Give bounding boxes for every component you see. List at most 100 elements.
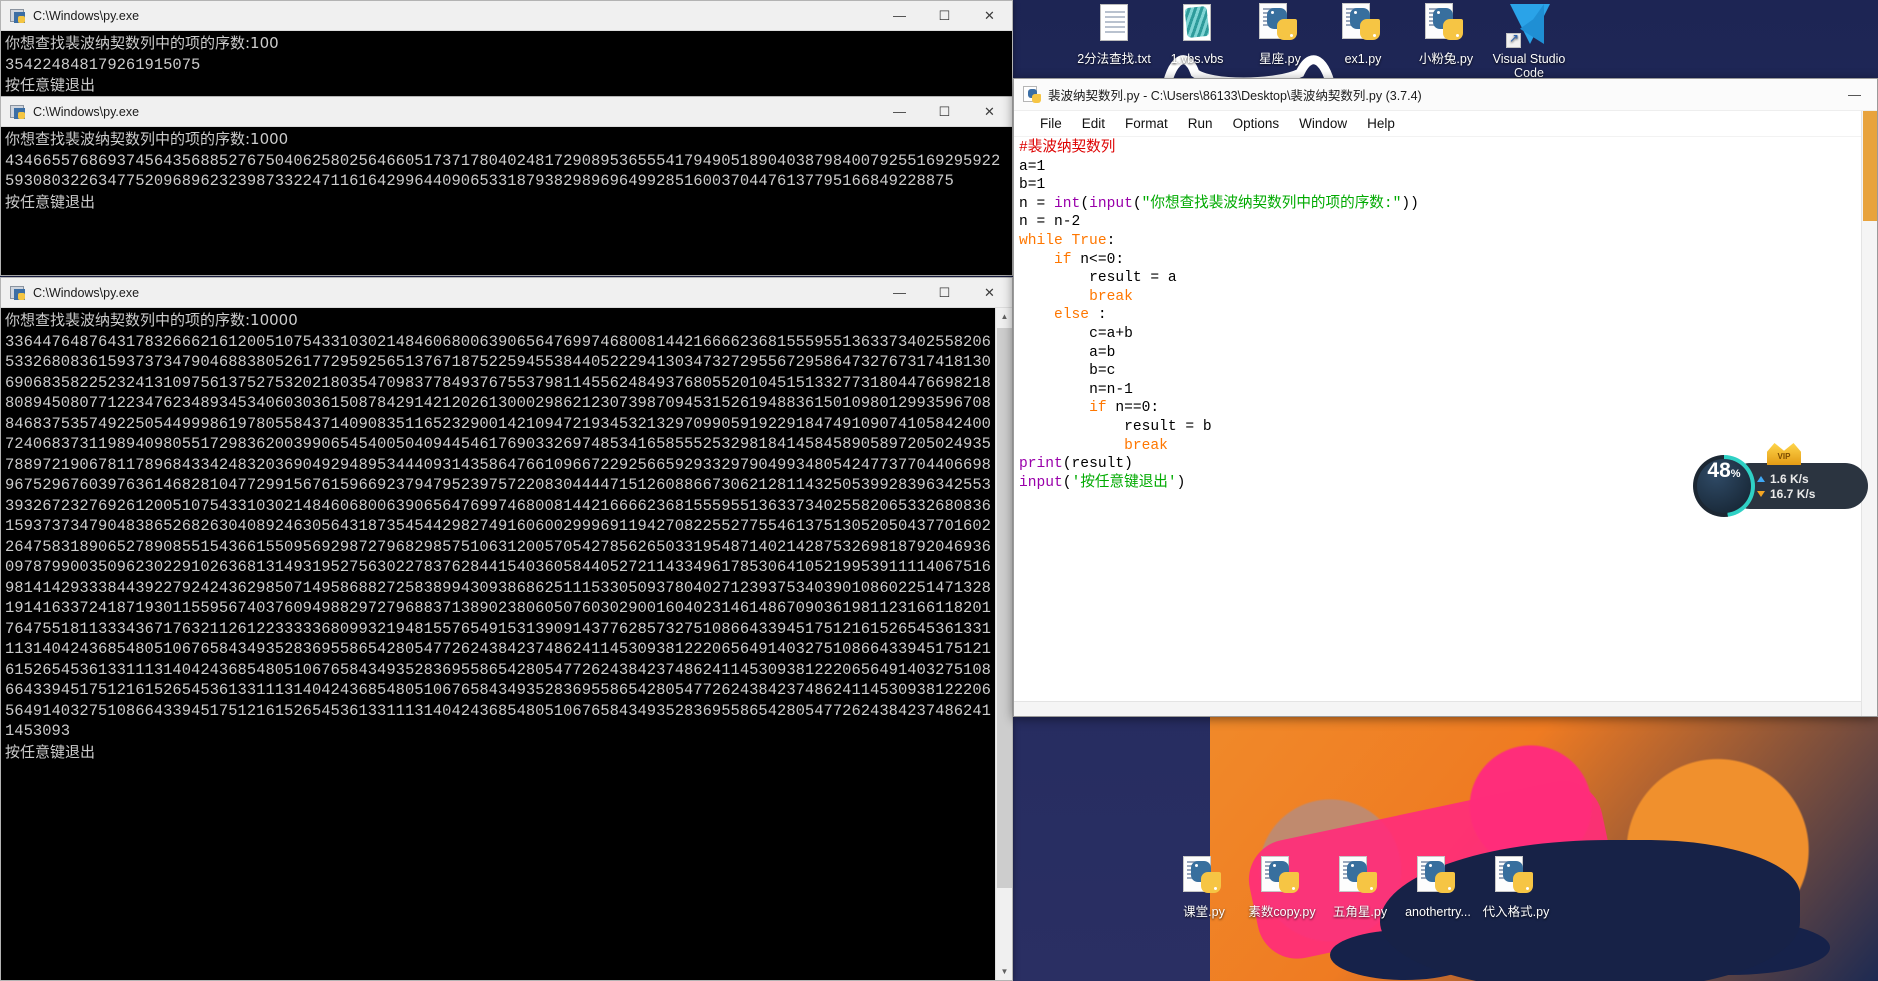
python-file-icon (1493, 855, 1539, 901)
console-prompt: 你想查找裴波纳契数列中的项的序数:10000 (5, 311, 298, 329)
upload-row: 1.6 K/s (1757, 472, 1868, 486)
console-window-2[interactable]: C:\Windows\py.exe — ☐ ✕ 你想查找裴波纳契数列中的项的序数… (0, 96, 1013, 276)
visual-studio-code-icon (1506, 2, 1552, 48)
network-speed-widget[interactable]: 1.6 K/s 16.7 K/s VIP 48 % (1693, 443, 1868, 517)
console-exit-text: 按任意键退出 (5, 76, 96, 94)
maximize-button[interactable]: ☐ (922, 97, 967, 127)
desktop-icon-4[interactable]: ex1.py (1317, 2, 1409, 66)
minimize-button[interactable]: — (877, 278, 922, 308)
code-line-12: a=b (1089, 344, 1116, 361)
download-row: 16.7 K/s (1757, 487, 1868, 501)
menu-item-format[interactable]: Format (1115, 114, 1178, 133)
minimize-button[interactable]: — (877, 97, 922, 127)
console-title: C:\Windows\py.exe (33, 8, 140, 23)
code-line-7: if n<=0: (1054, 251, 1125, 268)
download-arrow-icon (1757, 490, 1765, 497)
python-file-icon (1337, 855, 1383, 901)
console-titlebar[interactable]: C:\Windows\py.exe — ☐ ✕ (1, 1, 1012, 31)
desktop-icon-6[interactable]: Visual Studio Code (1483, 2, 1575, 80)
code-line-13: b=c (1089, 363, 1116, 380)
console-titlebar[interactable]: C:\Windows\py.exe — ☐ ✕ (1, 97, 1012, 127)
upload-speed: 1.6 K/s (1770, 471, 1809, 486)
python-file-icon (1181, 855, 1227, 901)
memory-usage-gauge[interactable]: 48 % (1693, 455, 1755, 517)
code-line-4: n = int(input("你想查找裴波纳契数列中的项的序数:")) (1019, 195, 1419, 212)
idle-app-icon (1023, 85, 1041, 104)
wallpaper-artwork (1210, 690, 1878, 981)
console-exit-text: 按任意键退出 (5, 742, 96, 761)
console-window-1[interactable]: C:\Windows\py.exe — ☐ ✕ 你想查找裴波纳契数列中的项的序数… (0, 0, 1013, 102)
console-result: 3364476487643178326662161200510754331030… (5, 332, 991, 741)
screen: 2分法查找.txt 1.vbs.vbs 星座.py ex1.py 小粉兔.py Visua… (0, 0, 1878, 981)
desktop-icon-3[interactable]: 星座.py (1234, 2, 1326, 66)
console-output-3: 你想查找裴波纳契数列中的项的序数:10000 33644764876431783… (1, 308, 997, 980)
code-line-10: else : (1054, 307, 1107, 324)
console-app-icon (10, 8, 26, 24)
code-line-8: result = a (1089, 270, 1177, 287)
usage-percent: 48 (1707, 459, 1731, 482)
console-exit-text: 按任意键退出 (5, 192, 96, 211)
console-title: C:\Windows\py.exe (33, 285, 140, 300)
idle-horizontal-scrollbar[interactable] (1014, 701, 1861, 716)
idle-scrollbar-thumb[interactable] (1863, 111, 1877, 221)
idle-editor-window[interactable]: 裴波纳契数列.py - C:\Users\86133\Desktop\裴波纳契数… (1013, 78, 1878, 717)
console-scrollbar[interactable]: ▲ ▼ (995, 308, 1012, 980)
idle-menubar[interactable]: File Edit Format Run Options Window Help (1014, 111, 1877, 137)
console-output-1: 你想查找裴波纳契数列中的项的序数:100 3542248481792619150… (1, 31, 1012, 97)
desktop-icon-5[interactable]: 小粉兔.py (1400, 2, 1492, 66)
console-app-icon (10, 285, 26, 301)
desktop-icon-5[interactable]: 代入格式.py (1470, 855, 1562, 919)
download-speed: 16.7 K/s (1770, 486, 1816, 501)
upload-arrow-icon (1757, 475, 1765, 482)
minimize-button[interactable]: — (877, 1, 922, 31)
menu-item-run[interactable]: Run (1178, 114, 1223, 133)
maximize-button[interactable]: ☐ (922, 278, 967, 308)
code-line-5: n = n-2 (1019, 214, 1081, 231)
console-prompt: 你想查找裴波纳契数列中的项的序数:1000 (5, 130, 289, 148)
vbscript-file-icon (1174, 2, 1220, 48)
python-file-icon (1415, 855, 1461, 901)
scrollbar-thumb[interactable] (997, 328, 1012, 888)
desktop-icon-label: 代入格式.py (1482, 905, 1550, 919)
desktop-icon-label: 1.vbs.vbs (1170, 52, 1224, 66)
code-line-11: c=a+b (1089, 325, 1133, 342)
python-file-icon (1257, 2, 1303, 48)
desktop-icon-label: 星座.py (1259, 52, 1301, 66)
menu-item-window[interactable]: Window (1289, 114, 1357, 133)
menu-item-help[interactable]: Help (1357, 114, 1405, 133)
menu-item-options[interactable]: Options (1223, 114, 1290, 133)
code-line-15: if n==0: (1089, 400, 1160, 417)
console-app-icon (10, 104, 26, 120)
scroll-up-icon[interactable]: ▲ (996, 308, 1013, 325)
desktop-icon-label: 2分法查找.txt (1077, 52, 1151, 66)
idle-code-area[interactable]: #裴波纳契数列 a=1 b=1 n = int(input("你想查找裴波纳契数列中的… (1014, 137, 1877, 685)
idle-vertical-scrollbar[interactable] (1861, 111, 1877, 716)
code-line-2: a=1 (1019, 158, 1046, 175)
python-file-icon (1340, 2, 1386, 48)
code-line-17: break (1124, 437, 1168, 454)
maximize-button[interactable]: ☐ (922, 1, 967, 31)
text-file-icon (1091, 2, 1137, 48)
code-line-16: result = b (1124, 418, 1212, 435)
idle-window-title: 裴波纳契数列.py - C:\Users\86133\Desktop\裴波纳契数… (1048, 89, 1422, 103)
idle-minimize-button[interactable]: — (1832, 79, 1877, 111)
console-window-3[interactable]: C:\Windows\py.exe — ☐ ✕ 你想查找裴波纳契数列中的项的序数… (0, 277, 1013, 981)
console-title: C:\Windows\py.exe (33, 104, 140, 119)
console-output-2: 你想查找裴波纳契数列中的项的序数:1000 434665576869374564… (1, 127, 1012, 213)
close-button[interactable]: ✕ (967, 97, 1012, 127)
desktop-icon-2[interactable]: 1.vbs.vbs (1151, 2, 1243, 66)
close-button[interactable]: ✕ (967, 278, 1012, 308)
code-line-3: b=1 (1019, 177, 1046, 194)
console-titlebar[interactable]: C:\Windows\py.exe — ☐ ✕ (1, 278, 1012, 308)
python-file-icon (1423, 2, 1469, 48)
desktop-icon-1[interactable]: 2分法查找.txt (1068, 2, 1160, 66)
close-button[interactable]: ✕ (967, 1, 1012, 31)
menu-item-edit[interactable]: Edit (1072, 114, 1115, 133)
desktop-icon-label: 小粉兔.py (1418, 52, 1474, 66)
idle-titlebar[interactable]: 裴波纳契数列.py - C:\Users\86133\Desktop\裴波纳契数… (1014, 79, 1877, 111)
menu-item-file[interactable]: File (1030, 114, 1072, 133)
console-prompt: 你想查找裴波纳契数列中的项的序数:100 (5, 34, 279, 52)
scroll-down-icon[interactable]: ▼ (996, 963, 1013, 980)
code-line-1: #裴波纳契数列 (1019, 140, 1116, 156)
percent-symbol: % (1730, 468, 1741, 480)
